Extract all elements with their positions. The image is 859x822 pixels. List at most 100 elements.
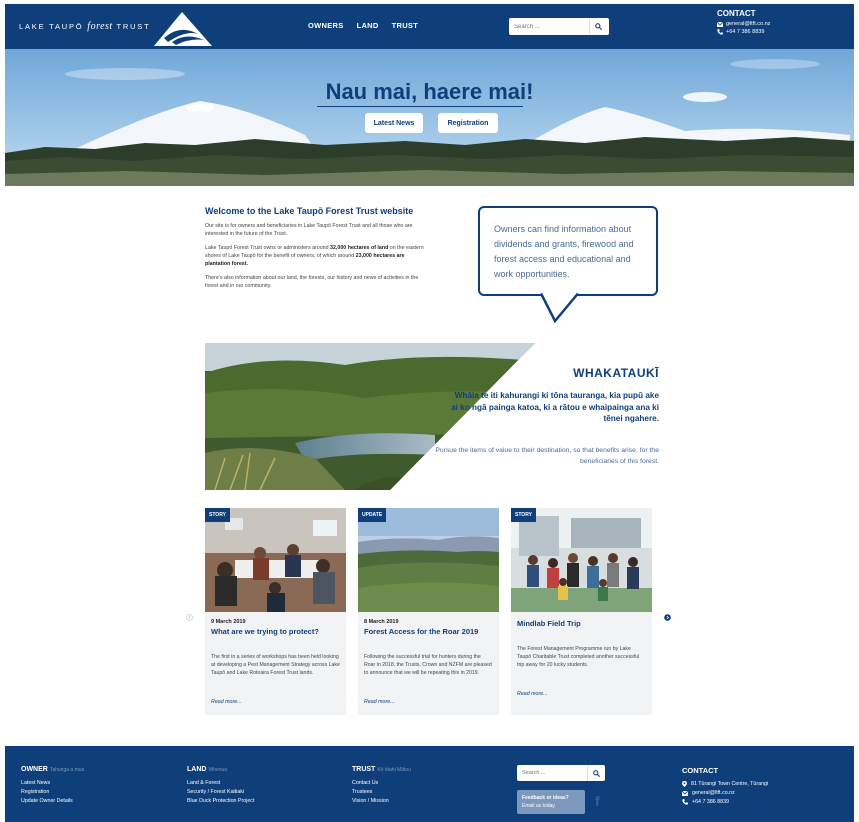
phone-icon (682, 799, 688, 805)
footer-link-security[interactable]: Security / Forest Kaitiaki (187, 789, 254, 795)
card-image: STORY (205, 508, 346, 612)
footer-email-row[interactable]: general@ltft.co.nz (682, 790, 768, 796)
news-card[interactable]: UPDATE 8 March 2019 Forest Access for th… (358, 508, 499, 715)
hero-title: Nau mai, haere mai! (325, 79, 534, 104)
card-read-more-link[interactable]: Read more... (364, 699, 493, 705)
footer-land-heading-text: LAND (187, 766, 207, 773)
feedback-line-1-text: Feedback or ideas? (522, 795, 569, 801)
card-title[interactable]: What are we trying to protect? (211, 627, 340, 647)
logo-text-2: TRUST (116, 22, 151, 31)
header-phone: +64 7 386 8839 (726, 29, 765, 35)
hero-landscape-image (5, 49, 854, 186)
card-body: The first in a series of workshops has b… (211, 654, 340, 676)
footer-link-contact-us[interactable]: Contact Us (352, 780, 411, 786)
logo[interactable]: LAKE TAUPŌ forest TRUST (19, 21, 150, 32)
footer-trust-heading: TRUST Kō ētahi Mātou (352, 766, 411, 773)
footer-address: 81 Tūrangi Town Centre, Tūrangi (691, 781, 769, 787)
card-image: STORY (511, 508, 652, 612)
header-phone-row[interactable]: +64 7 386 8839 (717, 29, 770, 35)
mountain-logo-icon[interactable] (152, 10, 214, 46)
footer-link-land-forest[interactable]: Land & Forest (187, 780, 254, 786)
footer-trust-subheading: Kō ētahi Mātou (377, 767, 411, 773)
card-title[interactable]: Forest Access for the Roar 2019 (364, 627, 493, 647)
nav-trust[interactable]: TRUST (392, 21, 419, 30)
welcome-paragraph-2: Lake Taupō Forest Trust owns or administ… (205, 244, 427, 268)
logo-text-forest: forest (87, 21, 113, 32)
speech-bubble-tail (540, 292, 579, 324)
card-body: The Forest Management Programme run by L… (517, 646, 640, 668)
footer-phone: +64 7 386 8839 (692, 799, 729, 805)
logo-text-1: LAKE TAUPŌ (19, 22, 84, 31)
footer-search-button[interactable] (587, 765, 605, 781)
footer-owner-heading: OWNER Tahunga a mua (21, 766, 84, 773)
site-footer: OWNER Tahunga a mua Latest News Registrat… (5, 746, 854, 822)
footer-email: general@ltft.co.nz (692, 790, 735, 796)
feedback-line-2: Email us today. (522, 803, 556, 809)
card-body: Following the successful trial for hunte… (364, 654, 492, 676)
footer-trust-heading-text: TRUST (352, 766, 376, 773)
map-pin-icon (682, 781, 687, 787)
footer-link-registration[interactable]: Registration (21, 789, 84, 795)
main-nav: OWNERS LAND TRUST (308, 21, 418, 30)
welcome-p2-bold-land: 32,000 hectares of land (330, 245, 389, 251)
header-email: general@ltft.co.nz (726, 21, 771, 27)
news-card[interactable]: STORY 9 March 2019 What are we trying to… (205, 508, 346, 715)
latest-news-button[interactable]: Latest News (365, 113, 423, 133)
footer-trust-column: TRUST Kō ētahi Mātou Contact Us Trustees … (352, 766, 411, 807)
news-card[interactable]: STORY Mindlab Field Trip The Forest Mana… (511, 508, 652, 715)
welcome-heading: Welcome to the Lake Taupō Forest Trust w… (205, 206, 414, 216)
card-title[interactable]: Mindlab Field Trip (517, 619, 646, 639)
facebook-icon[interactable]: f (595, 793, 600, 809)
envelope-icon (717, 21, 723, 27)
nav-owners[interactable]: OWNERS (308, 21, 344, 30)
footer-link-trustees[interactable]: Trustees (352, 789, 411, 795)
carousel-next-arrow-icon[interactable] (664, 614, 671, 621)
footer-link-update-owner[interactable]: Update Owner Details (21, 798, 84, 804)
footer-owner-subheading: Tahunga a mua (49, 767, 85, 773)
card-image: UPDATE (358, 508, 499, 612)
search-icon (593, 769, 600, 777)
card-read-more-link[interactable]: Read more... (211, 699, 340, 705)
footer-link-blue-duck[interactable]: Blue Duck Protection Project (187, 798, 254, 804)
header-search (509, 18, 609, 35)
card-read-more-link[interactable]: Read more... (517, 691, 646, 697)
header-search-button[interactable] (589, 19, 607, 34)
search-icon (595, 23, 602, 30)
whakatauki-maori-text: Whāia te iti kahurangi ki tōna tauranga,… (451, 391, 659, 423)
footer-phone-row[interactable]: +64 7 386 8839 (682, 799, 768, 805)
footer-land-subheading: Whenua (208, 767, 228, 773)
header-search-input[interactable] (509, 19, 589, 34)
feedback-line-1: Feedback or ideas? (522, 794, 580, 802)
card-tag: UPDATE (358, 508, 387, 522)
card-tag: STORY (205, 508, 230, 522)
footer-land-heading: LAND Whenua (187, 766, 254, 773)
footer-search-input[interactable] (517, 766, 587, 780)
header-email-row[interactable]: general@ltft.co.nz (717, 21, 770, 27)
header-contact-title: CONTACT (717, 9, 756, 18)
registration-button[interactable]: Registration (438, 113, 498, 133)
feedback-button[interactable]: Feedback or ideas? Email us today. (517, 790, 585, 814)
bubble-text: Owners can find information about divide… (494, 224, 634, 279)
footer-owner-heading-text: OWNER (21, 766, 48, 773)
footer-search (517, 765, 605, 781)
footer-contact: CONTACT 81 Tūrangi Town Centre, Tūrangi … (682, 766, 768, 808)
site-header: LAKE TAUPŌ forest TRUST OWNERS LAND TRUS… (5, 4, 854, 49)
welcome-paragraph-3: There's also information about our land,… (205, 275, 419, 289)
card-date: 8 March 2019 (364, 619, 399, 625)
header-contact: CONTACT general@ltft.co.nz +64 7 386 883… (717, 9, 770, 35)
footer-link-vision[interactable]: Vision / Mission (352, 798, 411, 804)
card-tag: STORY (511, 508, 536, 522)
carousel-prev-arrow-icon[interactable] (186, 614, 193, 621)
footer-land-column: LAND Whenua Land & Forest Security / Fore… (187, 766, 254, 807)
hero-title-underline (317, 106, 523, 107)
phone-icon (717, 29, 723, 35)
hero-banner: Nau mai, haere mai! Latest News Registra… (5, 49, 854, 186)
whakatauki-title: WHAKATAUKĪ (573, 366, 659, 380)
footer-link-latest-news[interactable]: Latest News (21, 780, 84, 786)
whakatauki-english-text: Pursue the items of value to their desti… (435, 447, 659, 465)
welcome-paragraph-1: Our site is for owners and beneficiaries… (205, 223, 413, 237)
envelope-icon (682, 790, 688, 796)
footer-owner-column: OWNER Tahunga a mua Latest News Registrat… (21, 766, 84, 807)
info-speech-bubble: Owners can find information about divide… (478, 206, 658, 296)
nav-land[interactable]: LAND (357, 21, 379, 30)
